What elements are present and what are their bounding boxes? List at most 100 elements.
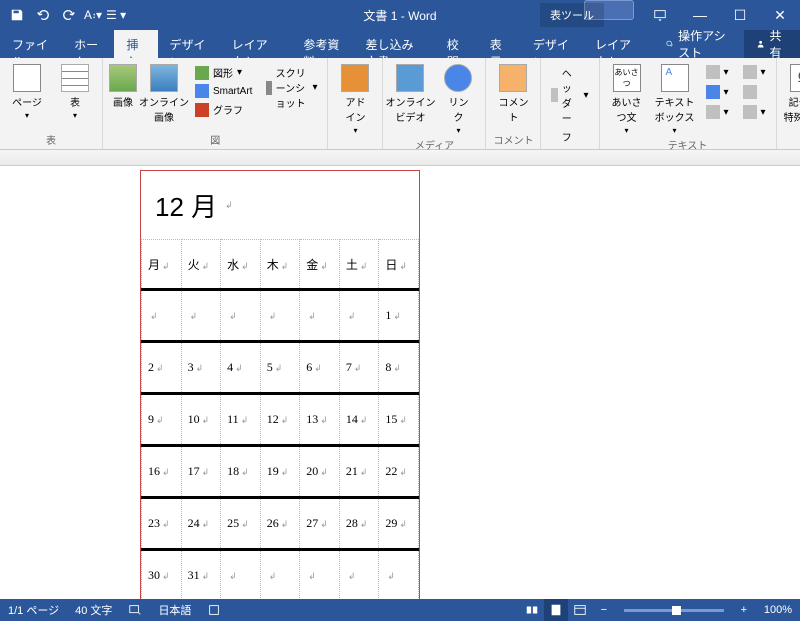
symbols-button[interactable]: Ω記号と 特殊文字▾ (783, 64, 800, 135)
save-button[interactable] (6, 4, 28, 26)
calendar-cell[interactable]: ↲ (300, 550, 340, 600)
calendar-cell[interactable]: ↲ (300, 290, 340, 342)
share-button[interactable]: 共有 (744, 30, 800, 58)
tab-insert[interactable]: 挿入 (114, 30, 157, 58)
calendar-cell[interactable]: ↲ (221, 290, 261, 342)
minimize-button[interactable]: — (680, 0, 720, 30)
calendar-cell[interactable]: 2↲ (142, 342, 182, 394)
calendar-cell[interactable]: 29↲ (379, 498, 419, 550)
online-pictures-button[interactable]: オンライン 画像 (143, 64, 185, 124)
online-video-button[interactable]: オンライン ビデオ (389, 64, 431, 124)
greeting-button[interactable]: あいさつあいさ つ文▾ (606, 64, 648, 135)
list-button[interactable]: ☰ ▾ (106, 4, 126, 26)
redo-button[interactable] (58, 4, 80, 26)
calendar-cell[interactable]: 15↲ (379, 394, 419, 446)
calendar-cell[interactable]: 26↲ (260, 498, 300, 550)
calendar-cell[interactable]: 6↲ (300, 342, 340, 394)
document-area[interactable]: 12 月↲ 月↲火↲水↲木↲金↲土↲日↲ ↲↲↲↲↲↲1↲2↲3↲4↲5↲6↲7… (0, 150, 800, 599)
calendar-cell[interactable]: 14↲ (339, 394, 379, 446)
calendar-cell[interactable]: 25↲ (221, 498, 261, 550)
zoom-in-button[interactable]: + (732, 599, 756, 621)
zoom-slider[interactable] (624, 609, 724, 612)
calendar-cell[interactable]: ↲ (260, 550, 300, 600)
weekday-cell[interactable]: 火↲ (181, 240, 221, 290)
weekday-cell[interactable]: 木↲ (260, 240, 300, 290)
font-size-button[interactable]: A↕ ▾ (84, 4, 102, 26)
weekday-cell[interactable]: 金↲ (300, 240, 340, 290)
print-layout-button[interactable] (544, 599, 568, 621)
calendar-cell[interactable]: 24↲ (181, 498, 221, 550)
calendar-cell[interactable]: ↲ (339, 550, 379, 600)
weekday-cell[interactable]: 水↲ (221, 240, 261, 290)
calendar-cell[interactable]: 31↲ (181, 550, 221, 600)
calendar-grid[interactable]: 月↲火↲水↲木↲金↲土↲日↲ ↲↲↲↲↲↲1↲2↲3↲4↲5↲6↲7↲8↲9↲1… (141, 239, 419, 599)
comment-button[interactable]: コメン ト (492, 64, 534, 124)
calendar-cell[interactable]: ↲ (142, 290, 182, 342)
calendar-cell[interactable]: 20↲ (300, 446, 340, 498)
weekday-cell[interactable]: 月↲ (142, 240, 182, 290)
calendar-cell[interactable]: ↲ (339, 290, 379, 342)
tab-design[interactable]: デザイン (158, 30, 220, 58)
language-indicator[interactable]: 日本語 (150, 602, 199, 618)
tab-view[interactable]: 表示 (478, 30, 521, 58)
calendar-cell[interactable]: ↲ (379, 550, 419, 600)
read-mode-button[interactable] (520, 599, 544, 621)
wordart-button[interactable]: ▾ (702, 84, 733, 100)
calendar-cell[interactable]: 22↲ (379, 446, 419, 498)
calendar-cell[interactable]: 21↲ (339, 446, 379, 498)
calendar-cell[interactable]: 19↲ (260, 446, 300, 498)
calendar-cell[interactable]: 27↲ (300, 498, 340, 550)
spell-check-icon[interactable] (120, 603, 150, 617)
calendar-cell[interactable]: 1↲ (379, 290, 419, 342)
horizontal-ruler[interactable] (0, 150, 800, 166)
ribbon-options-button[interactable] (640, 0, 680, 30)
close-button[interactable]: ✕ (760, 0, 800, 30)
tab-home[interactable]: ホーム (62, 30, 114, 58)
tab-references[interactable]: 参考資料 (291, 30, 353, 58)
pictures-button[interactable]: 画像 (109, 64, 137, 109)
month-title-row[interactable]: 12 月↲ (141, 171, 419, 239)
calendar-cell[interactable]: 16↲ (142, 446, 182, 498)
calendar-cell[interactable]: 3↲ (181, 342, 221, 394)
page-indicator[interactable]: 1/1 ページ (0, 602, 67, 618)
tab-review[interactable]: 校閲 (435, 30, 478, 58)
calendar-cell[interactable]: 4↲ (221, 342, 261, 394)
tab-file[interactable]: ファイル (0, 30, 62, 58)
calendar-cell[interactable]: 11↲ (221, 394, 261, 446)
tab-mailings[interactable]: 差し込み文書 (353, 30, 434, 58)
tab-table-design[interactable]: デザイン (521, 30, 583, 58)
tab-layout[interactable]: レイアウト (220, 30, 292, 58)
calendar-cell[interactable]: 9↲ (142, 394, 182, 446)
header-button[interactable]: ヘッダー ▾ (547, 64, 592, 126)
zoom-level[interactable]: 100% (756, 604, 800, 616)
zoom-thumb[interactable] (672, 606, 681, 615)
zoom-out-button[interactable]: − (592, 599, 616, 621)
maximize-button[interactable]: ☐ (720, 0, 760, 30)
chart-button[interactable]: グラフ (191, 101, 256, 118)
dropcap-button[interactable]: ▾ (702, 104, 733, 120)
weekday-cell[interactable]: 土↲ (339, 240, 379, 290)
web-layout-button[interactable] (568, 599, 592, 621)
calendar-cell[interactable]: ↲ (260, 290, 300, 342)
calendar-cell[interactable]: 8↲ (379, 342, 419, 394)
quickparts-button[interactable]: ▾ (702, 64, 733, 80)
object-button[interactable]: ▾ (739, 104, 770, 120)
calendar-cell[interactable]: ↲ (181, 290, 221, 342)
link-button[interactable]: リン ク▾ (437, 64, 479, 135)
tell-me-search[interactable]: 操作アシスト (655, 30, 745, 58)
smartart-button[interactable]: SmartArt (191, 83, 256, 99)
calendar-cell[interactable]: 30↲ (142, 550, 182, 600)
calendar-table[interactable]: 12 月↲ 月↲火↲水↲木↲金↲土↲日↲ ↲↲↲↲↲↲1↲2↲3↲4↲5↲6↲7… (140, 170, 420, 599)
tab-table-layout[interactable]: レイアウト (583, 30, 655, 58)
undo-button[interactable] (32, 4, 54, 26)
calendar-cell[interactable]: 17↲ (181, 446, 221, 498)
calendar-cell[interactable]: 12↲ (260, 394, 300, 446)
word-count[interactable]: 40 文字 (67, 602, 120, 618)
shapes-button[interactable]: 図形 ▾ (191, 64, 256, 81)
signature-button[interactable]: ▾ (739, 64, 770, 80)
calendar-cell[interactable]: 18↲ (221, 446, 261, 498)
calendar-cell[interactable]: 7↲ (339, 342, 379, 394)
textbox-button[interactable]: Aテキスト ボックス▾ (654, 64, 696, 135)
calendar-cell[interactable]: ↲ (221, 550, 261, 600)
calendar-cell[interactable]: 5↲ (260, 342, 300, 394)
